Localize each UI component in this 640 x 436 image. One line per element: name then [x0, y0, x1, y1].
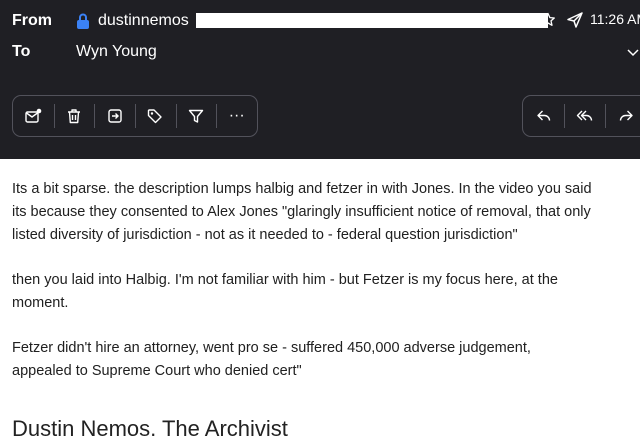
- body-line: then you laid into Halbig. I'm not famil…: [12, 272, 558, 288]
- filter-button[interactable]: [175, 95, 217, 137]
- recipient-name[interactable]: Wyn Young: [76, 43, 157, 61]
- message-header: From dustinnemos 11:26 AM To Wyn Young: [0, 0, 640, 159]
- reply-button[interactable]: [523, 95, 564, 137]
- forward-icon: [619, 110, 633, 121]
- sent-icon: [566, 11, 584, 29]
- reply-toolbar: [522, 95, 640, 137]
- trash-icon: [68, 109, 80, 124]
- reply-icon: [536, 110, 550, 121]
- move-to-folder-icon: [107, 109, 122, 123]
- to-label: To: [12, 43, 31, 60]
- tag-icon: [148, 109, 163, 124]
- body-line: listed diversity of jurisdiction - not a…: [12, 227, 518, 243]
- filter-icon: [188, 109, 204, 123]
- body-line: Fetzer didn't hire an attorney, went pro…: [12, 340, 531, 356]
- move-button[interactable]: [94, 95, 135, 137]
- body-line: its because they consented to Alex Jones…: [12, 204, 591, 220]
- more-button[interactable]: ···: [216, 95, 257, 137]
- reply-all-icon: [576, 110, 592, 121]
- chevron-down-icon[interactable]: [626, 46, 640, 58]
- body-line: appealed to Supreme Court who denied cer…: [12, 363, 302, 379]
- body-line: moment.: [12, 295, 69, 311]
- to-row: To Wyn Young: [0, 40, 640, 64]
- message-time: 11:26 AM: [590, 11, 640, 27]
- redaction-bar: [196, 13, 548, 28]
- star-icon[interactable]: [540, 12, 556, 28]
- message-body: Its a bit sparse. the description lumps …: [12, 178, 640, 383]
- delete-button[interactable]: [53, 95, 95, 137]
- mark-unread-button[interactable]: [13, 95, 54, 137]
- body-line: Its a bit sparse. the description lumps …: [12, 181, 592, 197]
- lock-icon: [76, 13, 90, 29]
- from-label: From: [12, 12, 52, 29]
- more-icon: ···: [228, 107, 245, 124]
- envelope-dot-icon: [25, 108, 42, 123]
- forward-button[interactable]: [605, 95, 640, 137]
- reply-all-button[interactable]: [564, 95, 605, 137]
- sender-text: dustinnemos: [98, 12, 189, 29]
- label-button[interactable]: [135, 95, 176, 137]
- message-toolbar: ···: [12, 95, 258, 137]
- signature: Dustin Nemos, The Archivist: [12, 416, 288, 436]
- sender-address[interactable]: dustinnemos: [76, 12, 189, 30]
